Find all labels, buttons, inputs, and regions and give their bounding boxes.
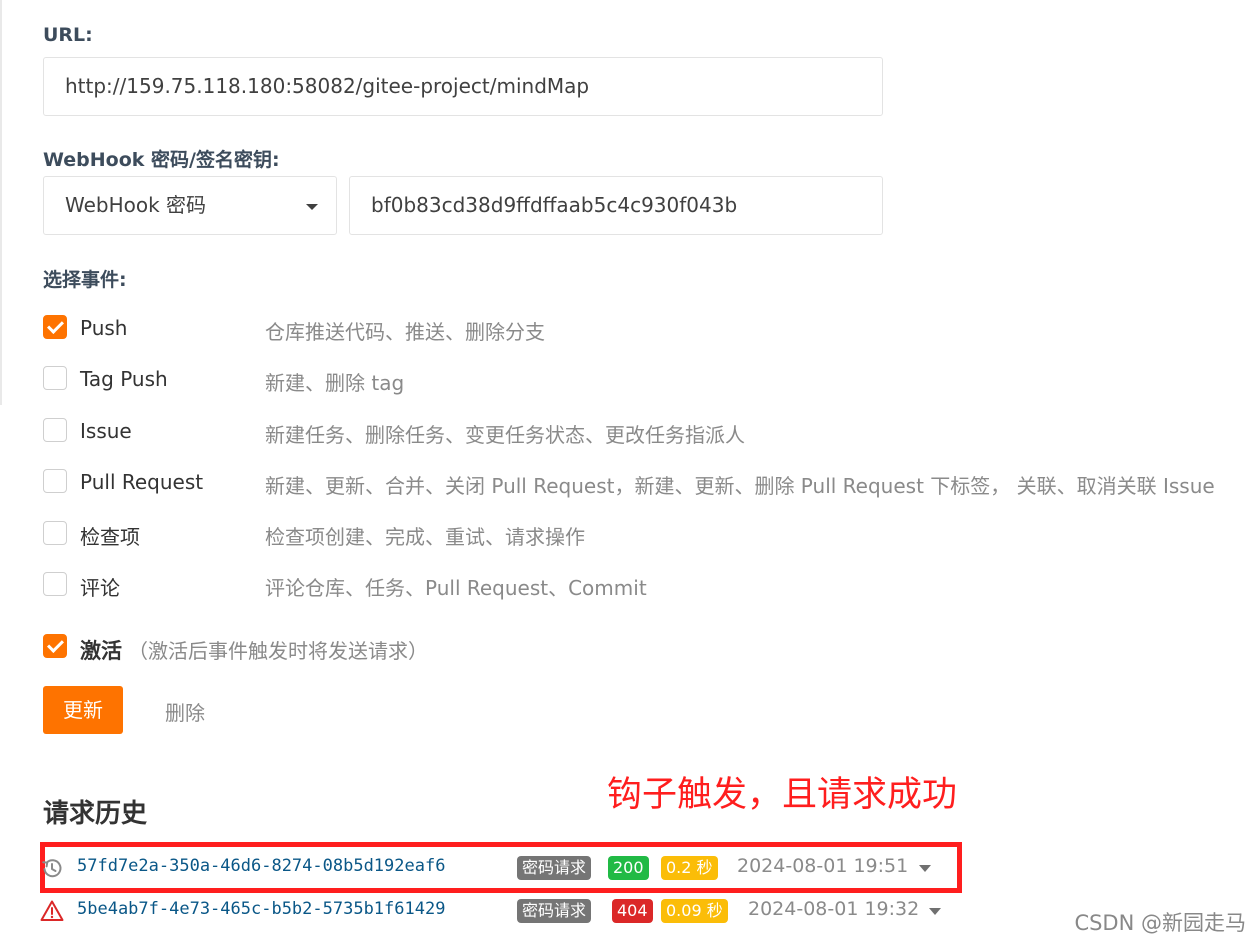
chevron-down-icon [306,204,318,210]
event-tag-push-label: Tag Push [80,367,168,391]
event-comment-desc: 评论仓库、任务、Pull Request、Commit [265,576,647,600]
history-item-time: 2024-08-01 19:32 [748,898,920,920]
event-push-label: Push [80,316,128,340]
activate-label: 激活 [80,639,122,663]
history-item-id[interactable]: 5be4ab7f-4e73-465c-b5b2-5735b1f61429 [77,899,445,919]
event-issue-desc: 新建任务、删除任务、变更任务状态、更改任务指派人 [265,423,745,447]
history-item[interactable]: 5be4ab7f-4e73-465c-b5b2-5735b1f61429 密码请… [40,894,980,928]
delete-button[interactable]: 删除 [165,697,205,726]
url-label: URL: [43,24,93,46]
event-issue-label: Issue [80,419,132,443]
secret-type-select[interactable]: WebHook 密码 [43,176,337,235]
watermark: CSDN @新园走马 [1074,911,1246,935]
history-item-duration-badge: 0.09 秒 [661,899,728,923]
event-tag-push-checkbox[interactable] [43,366,67,390]
event-pull-request-desc: 新建、更新、合并、关闭 Pull Request，新建、更新、删除 Pull R… [265,474,1215,498]
activate-checkbox[interactable] [43,634,67,658]
event-comment-label: 评论 [80,576,120,600]
event-pull-request-checkbox[interactable] [43,469,67,493]
secret-label: WebHook 密码/签名密钥: [43,149,280,171]
event-comment-checkbox[interactable] [43,572,67,596]
history-item-id[interactable]: 57fd7e2a-350a-46d6-8274-08b5d192eaf6 [77,856,445,876]
event-tag-push-desc: 新建、删除 tag [265,371,405,395]
history-item[interactable]: 57fd7e2a-350a-46d6-8274-08b5d192eaf6 密码请… [40,851,980,885]
update-button[interactable]: 更新 [43,686,123,734]
history-item-type-badge: 密码请求 [517,856,592,880]
chevron-down-icon[interactable] [929,908,941,915]
event-push-checkbox[interactable] [43,315,67,339]
event-check-item-checkbox[interactable] [43,521,67,545]
secret-input[interactable]: bf0b83cd38d9ffdffaab5c4c930f043b [349,176,883,235]
url-input[interactable]: http://159.75.118.180:58082/gitee-projec… [43,57,883,116]
event-check-item-desc: 检查项创建、完成、重试、请求操作 [265,525,585,549]
history-title: 请求历史 [43,799,148,829]
history-item-status-badge: 404 [612,899,653,923]
left-border [0,0,2,405]
chevron-down-icon[interactable] [919,865,931,872]
event-check-item-label: 检查项 [80,525,140,549]
annotation-text: 钩子触发，且请求成功 [607,775,958,815]
history-item-type-badge: 密码请求 [517,899,592,923]
event-push-desc: 仓库推送代码、推送、删除分支 [265,320,545,344]
event-pull-request-label: Pull Request [80,470,204,494]
events-label: 选择事件: [43,269,127,291]
activate-hint: （激活后事件触发时将发送请求） [128,639,428,663]
history-item-duration-badge: 0.2 秒 [661,856,718,880]
secret-type-value: WebHook 密码 [65,193,207,217]
history-item-status-badge: 200 [608,856,649,880]
event-issue-checkbox[interactable] [43,418,67,442]
history-item-time: 2024-08-01 19:51 [737,855,909,877]
history-clock-icon [42,859,62,878]
warning-triangle-icon [40,900,64,921]
